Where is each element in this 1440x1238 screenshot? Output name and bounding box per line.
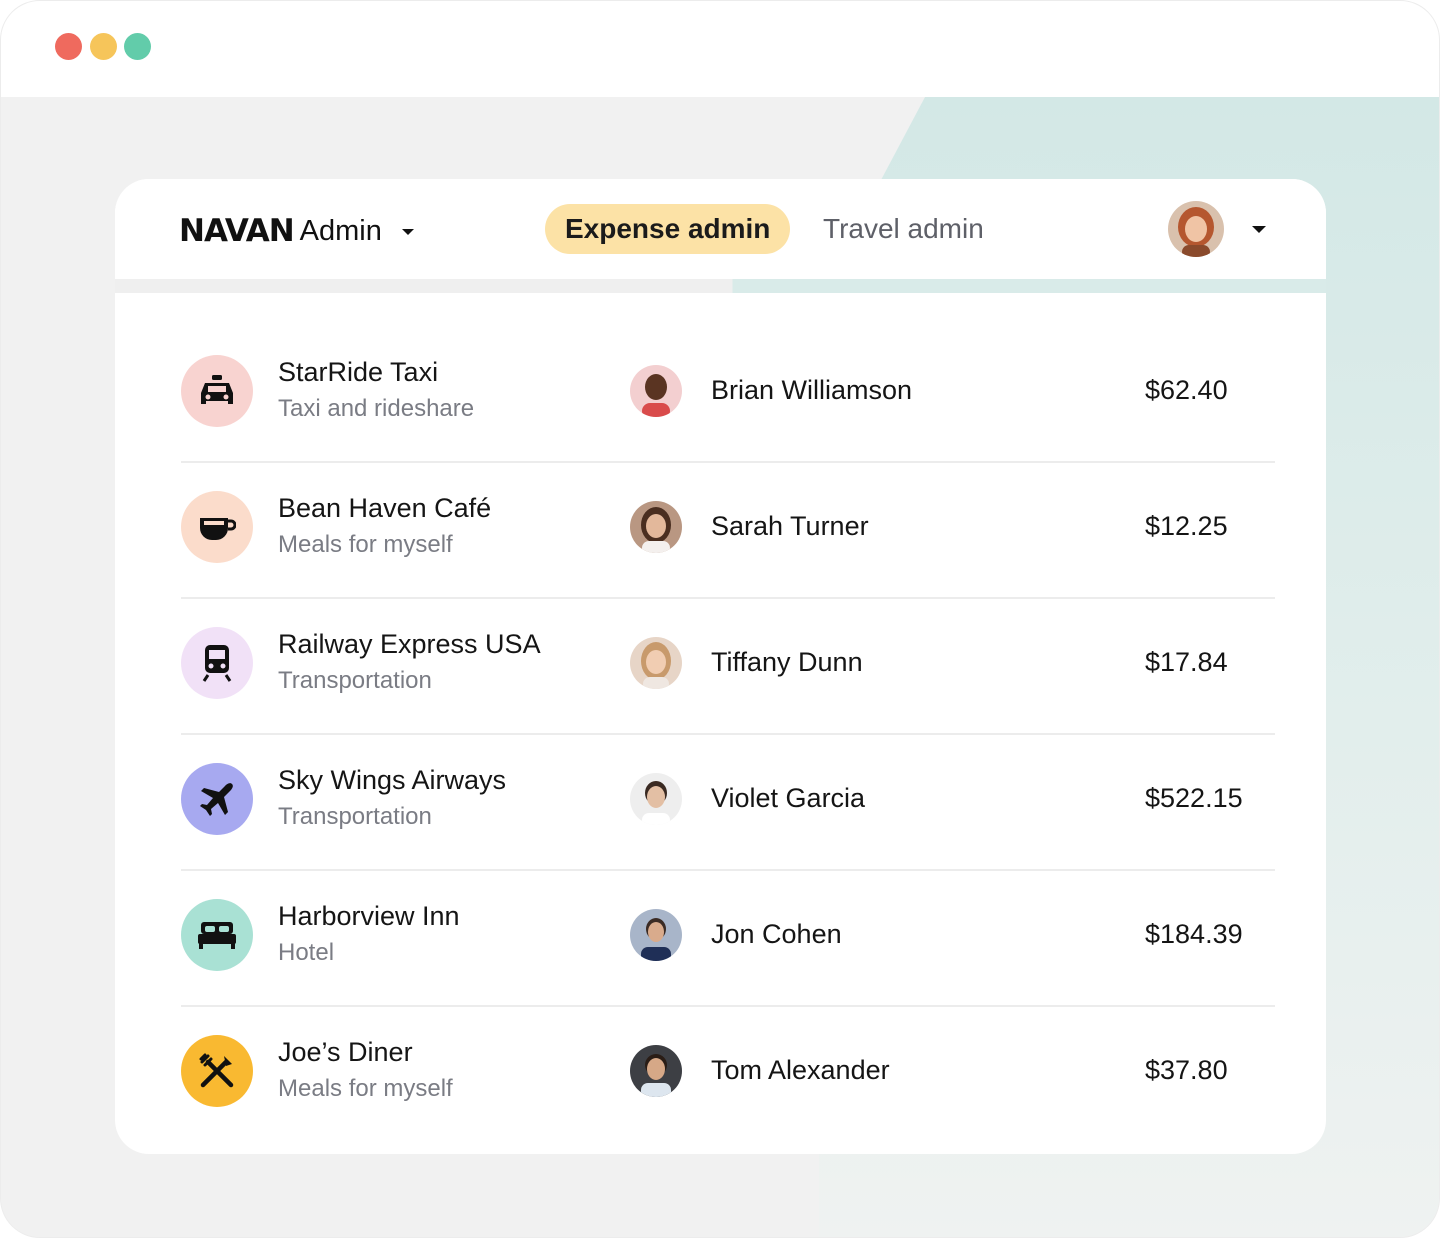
admin-switcher[interactable]: NAVAN Admin (179, 211, 414, 251)
close-window-button[interactable] (55, 33, 82, 60)
expense-category: Taxi and rideshare (278, 395, 475, 422)
expense-row[interactable]: Harborview Inn Hotel Jon Cohen $184.39 (181, 871, 1275, 1007)
expense-amount: $17.84 (1145, 647, 1228, 677)
expense-amount: $12.25 (1145, 511, 1228, 541)
employee-avatar (630, 1045, 682, 1097)
card-header: NAVAN Admin Expense admin Travel admin (115, 179, 1326, 279)
expense-row[interactable]: Joe’s Diner Meals for myself Tom Alexand… (181, 1007, 1275, 1141)
employee-name: Sarah Turner (711, 511, 869, 541)
employee-name: Tom Alexander (711, 1055, 890, 1085)
employee-name: Brian Williamson (711, 375, 913, 405)
employee-avatar (630, 365, 682, 417)
expense-category: Transportation (278, 667, 432, 694)
employee-avatar (630, 501, 682, 553)
merchant-name: Bean Haven Café (278, 493, 492, 523)
user-avatar-image (1168, 201, 1224, 257)
expense-amount: $37.80 (1145, 1055, 1228, 1085)
browser-window: NAVAN Admin Expense admin Travel admin S… (0, 0, 1440, 1238)
employee-name: Tiffany Dunn (711, 647, 863, 677)
employee-avatar (630, 773, 682, 825)
merchant-name: StarRide Taxi (278, 357, 439, 387)
employee-name: Jon Cohen (711, 919, 842, 949)
car-icon (181, 355, 253, 427)
merchant-name: Harborview Inn (278, 901, 460, 931)
expense-category: Meals for myself (278, 531, 453, 558)
expense-row[interactable]: StarRide Taxi Taxi and rideshare Brian W… (181, 327, 1275, 463)
merchant-name: Sky Wings Airways (278, 765, 507, 795)
admin-card: NAVAN Admin Expense admin Travel admin S… (115, 179, 1326, 1154)
logo-admin-label: Admin (299, 214, 382, 247)
maximize-window-button[interactable] (124, 33, 151, 60)
expense-list: StarRide Taxi Taxi and rideshare Brian W… (181, 327, 1275, 1141)
expense-amount: $184.39 (1145, 919, 1243, 949)
train-icon (181, 627, 253, 699)
expense-row[interactable]: Railway Express USA Transportation Tiffa… (181, 599, 1275, 735)
window-titlebar (1, 1, 1439, 97)
employee-avatar (630, 637, 682, 689)
expense-category: Hotel (278, 939, 335, 966)
tab-expense-admin[interactable]: Expense admin (545, 204, 791, 254)
tab-travel-admin[interactable]: Travel admin (803, 204, 1004, 254)
header-divider (115, 279, 1326, 293)
user-avatar[interactable] (1168, 201, 1224, 257)
expense-row[interactable]: Sky Wings Airways Transportation Violet … (181, 735, 1275, 871)
expense-row[interactable]: Bean Haven Café Meals for myself Sarah T… (181, 463, 1275, 599)
expense-category: Transportation (278, 803, 432, 830)
employee-avatar (630, 909, 682, 961)
expense-category: Meals for myself (278, 1075, 453, 1102)
expense-amount: $522.15 (1145, 783, 1243, 813)
chevron-down-icon (401, 229, 414, 235)
expense-amount: $62.40 (1145, 375, 1228, 405)
employee-name: Violet Garcia (711, 783, 866, 813)
merchant-name: Joe’s Diner (278, 1037, 413, 1067)
user-menu-chevron-down-icon[interactable] (1252, 226, 1266, 233)
fork-knife-icon (181, 1035, 253, 1107)
airplane-icon (181, 763, 253, 835)
navan-logo: NAVAN (179, 213, 295, 249)
merchant-name: Railway Express USA (278, 629, 541, 659)
bed-icon (181, 899, 253, 971)
minimize-window-button[interactable] (90, 33, 117, 60)
coffee-cup-icon (181, 491, 253, 563)
